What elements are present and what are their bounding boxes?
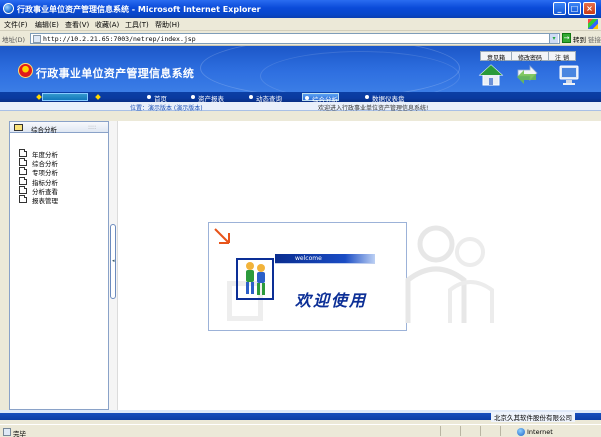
sidebar-item-annual-analysis[interactable]: 年度分析 bbox=[19, 148, 58, 159]
app-footer: 北京久其软件股份有限公司 bbox=[0, 410, 601, 422]
change-password-link[interactable]: 修改密码 bbox=[512, 52, 550, 62]
sidebar-tab-handle: :::: bbox=[88, 124, 97, 131]
logout-link[interactable]: 注 销 bbox=[549, 52, 575, 62]
welcome-marquee: 欢迎进入行政事业单位资产管理信息系统! bbox=[318, 105, 429, 112]
window-title: 行政事业单位资产管理信息系统 - Microsoft Internet Expl… bbox=[17, 5, 261, 14]
nav-comprehensive-analysis[interactable]: 综合分析 bbox=[302, 93, 339, 104]
menu-tools[interactable]: 工具(T) bbox=[125, 20, 149, 30]
sidebar-tab-label: 综合分析 bbox=[31, 126, 57, 134]
location-bar: 位置：演示版本 (演示版本) 欢迎进入行政事业单位资产管理信息系统! bbox=[0, 102, 601, 112]
main-content: welcome 欢迎使用 bbox=[118, 121, 601, 410]
folder-icon bbox=[19, 157, 27, 166]
status-divider bbox=[440, 426, 441, 436]
page-done-icon bbox=[3, 428, 11, 436]
address-label: 地址(D) bbox=[2, 36, 26, 44]
nav-status-pill bbox=[42, 93, 88, 101]
page-icon bbox=[33, 35, 41, 43]
exchange-icon[interactable] bbox=[514, 62, 540, 88]
welcome-underline bbox=[275, 263, 375, 264]
collapse-arrow-icon: ◂ bbox=[112, 258, 115, 264]
nav-diamond-icon bbox=[95, 94, 101, 100]
window-title-bar[interactable]: 行政事业单位资产管理信息系统 - Microsoft Internet Expl… bbox=[0, 0, 601, 18]
sidebar-item-comprehensive-analysis[interactable]: 综合分析 bbox=[19, 157, 58, 168]
windows-flag-icon bbox=[588, 19, 598, 29]
system-name: 行政事业单位资产管理信息系统 bbox=[36, 67, 195, 80]
sidebar-item-report-management[interactable]: 报表管理 bbox=[19, 195, 58, 206]
address-bar: 地址(D) ▾ → 转到 链接 bbox=[0, 31, 601, 46]
minimize-button[interactable]: _ bbox=[553, 2, 566, 15]
welcome-small-label: welcome bbox=[275, 254, 375, 263]
folder-icon bbox=[14, 124, 23, 131]
panel-splitter[interactable]: ◂ bbox=[109, 121, 118, 410]
menu-help[interactable]: 帮助(H) bbox=[155, 20, 180, 30]
sidebar-item-label: 报表管理 bbox=[32, 197, 58, 206]
sidebar-tree: 年度分析 综合分析 专项分析 指标分析 分析查看 报表管理 bbox=[19, 148, 58, 206]
go-button[interactable]: 转到 bbox=[573, 34, 586, 44]
national-emblem-logo bbox=[18, 63, 33, 78]
browser-status-bar: 完毕 Internet bbox=[0, 424, 601, 437]
welcome-title: 欢迎使用 bbox=[295, 291, 368, 310]
close-button[interactable]: × bbox=[583, 2, 596, 15]
security-zone: Internet bbox=[527, 428, 553, 436]
internet-globe-icon bbox=[517, 428, 525, 436]
people-icon bbox=[236, 258, 274, 300]
feedback-link[interactable]: 意见箱 bbox=[481, 52, 513, 62]
main-nav: 首页 资产报表 动态查询 综合分析 数据仪表盘 bbox=[0, 92, 601, 104]
nav-dashboard[interactable]: 数据仪表盘 bbox=[363, 93, 405, 103]
folder-icon bbox=[19, 195, 27, 204]
monitor-icon[interactable] bbox=[556, 62, 582, 88]
menu-file[interactable]: 文件(F) bbox=[4, 20, 28, 30]
top-links: 意见箱 修改密码 注 销 bbox=[480, 51, 576, 62]
menu-favorites[interactable]: 收藏(A) bbox=[95, 20, 119, 30]
nav-diamond-icon bbox=[36, 94, 42, 100]
status-divider bbox=[460, 426, 461, 436]
collapse-handle[interactable]: ◂ bbox=[110, 224, 116, 299]
address-dropdown-icon[interactable]: ▾ bbox=[549, 34, 558, 43]
go-arrow-icon[interactable]: → bbox=[562, 33, 571, 43]
nav-home[interactable]: 首页 bbox=[145, 93, 167, 103]
sidebar-tab[interactable]: 综合分析 :::: bbox=[10, 122, 108, 134]
address-field[interactable]: ▾ bbox=[30, 33, 560, 44]
folder-icon bbox=[19, 185, 27, 194]
nav-dynamic-query[interactable]: 动态查询 bbox=[247, 93, 282, 103]
sidebar-item-special-analysis[interactable]: 专项分析 bbox=[19, 167, 58, 177]
folder-icon bbox=[19, 176, 27, 185]
folder-icon bbox=[19, 167, 27, 176]
company-name: 北京久其软件股份有限公司 bbox=[491, 412, 575, 422]
breadcrumb: 位置：演示版本 (演示版本) bbox=[130, 105, 203, 112]
sidebar-item-indicator-analysis[interactable]: 指标分析 bbox=[19, 176, 58, 187]
arrow-down-right-icon bbox=[214, 228, 230, 244]
folder-icon bbox=[19, 148, 27, 157]
sidebar-item-analysis-view[interactable]: 分析查看 bbox=[19, 185, 58, 196]
maximize-button[interactable]: □ bbox=[568, 2, 581, 15]
links-button[interactable]: 链接 bbox=[588, 34, 601, 44]
home-icon[interactable] bbox=[478, 62, 504, 88]
status-text: 完毕 bbox=[13, 430, 26, 437]
menu-view[interactable]: 查看(V) bbox=[65, 20, 89, 30]
status-divider bbox=[500, 426, 501, 436]
sidebar: 综合分析 :::: 年度分析 综合分析 专项分析 指标分析 分析查看 报表管理 bbox=[9, 121, 109, 410]
welcome-banner: welcome 欢迎使用 bbox=[208, 222, 407, 331]
menu-edit[interactable]: 编辑(E) bbox=[35, 20, 59, 30]
ghost-people-graphic bbox=[405, 225, 494, 323]
nav-asset-reports[interactable]: 资产报表 bbox=[189, 93, 224, 103]
status-divider bbox=[480, 426, 481, 436]
internet-explorer-icon bbox=[3, 3, 14, 14]
menu-bar: 文件(F) 编辑(E) 查看(V) 收藏(A) 工具(T) 帮助(H) bbox=[0, 18, 601, 31]
address-input[interactable] bbox=[43, 34, 543, 43]
